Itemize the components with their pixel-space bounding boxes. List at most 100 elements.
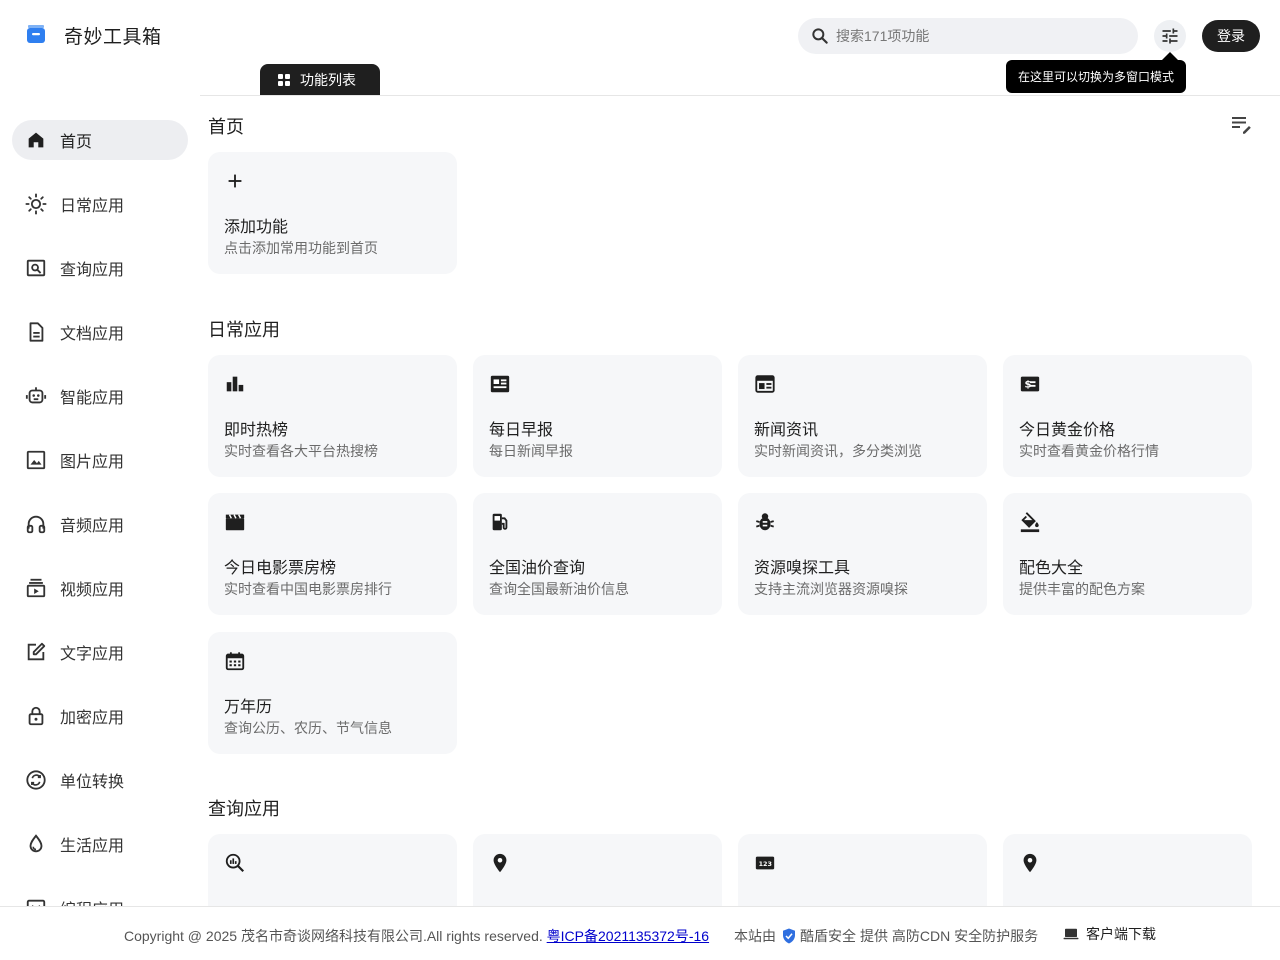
provider-name[interactable]: 酷盾安全 [800,926,856,946]
icp-link[interactable]: 粤ICP备2021135372号-16 [547,928,709,944]
document-icon [29,322,44,342]
section-title-home: 首页 [208,117,244,137]
card-oil-price[interactable]: 全国油价查询 查询全国最新油价信息 [473,493,722,615]
sidebar-item-label: 加密应用 [60,710,125,727]
window-mode-tooltip: 在这里可以切换为多窗口模式 [1006,60,1187,93]
card-gold-price[interactable]: $ 今日黄金价格 实时查看黄金价格行情 [1003,355,1252,477]
card-desc: 实时查看中国电影票房排行 [224,581,392,597]
sidebar: 首页 日常应用 查询应用 文档应用 智能应用 图片应用 音频应用 视频应用 文字… [0,96,200,906]
robot-icon [25,387,47,404]
shield-icon [783,928,795,944]
sidebar-item-document[interactable]: 文档应用 [12,312,188,352]
card-title: 新闻资讯 [754,422,819,439]
card-query-1[interactable] [208,834,457,906]
numbers-icon: 123 [755,856,775,870]
home-icon [28,132,44,148]
query-stats-icon [225,853,245,873]
card-title: 即时热榜 [224,422,289,439]
sidebar-item-coding[interactable]: 编程应用 [12,888,188,906]
tune-icon [1162,28,1178,44]
clapperboard-icon [225,514,245,531]
card-desc: 查询公历、农历、节气信息 [224,720,392,736]
sidebar-item-daily[interactable]: 日常应用 [12,184,188,224]
card-title: 全国油价查询 [489,560,586,577]
tab-function-list[interactable]: 功能列表 [260,64,380,95]
copyright: Copyright @ 2025 茂名市奇谈网络科技有限公司.All right… [124,926,709,946]
footer: Copyright @ 2025 茂名市奇谈网络科技有限公司.All right… [0,906,1280,960]
client-download-link[interactable]: 客户端下载 [1062,924,1156,944]
news-icon [755,375,775,393]
card-query-4[interactable] [1003,834,1252,906]
login-button[interactable]: 登录 [1202,20,1260,52]
card-hot-list[interactable]: 即时热榜 实时查看各大平台热搜榜 [208,355,457,477]
sidebar-item-unit-convert[interactable]: 单位转换 [12,760,188,800]
card-desc: 实时新闻资讯，多分类浏览 [754,443,922,459]
card-news[interactable]: 新闻资讯 实时新闻资讯，多分类浏览 [738,355,987,477]
sidebar-item-label: 音频应用 [60,518,125,535]
card-title: 今日电影票房榜 [224,560,337,577]
edit-icon [27,642,46,661]
card-desc: 支持主流浏览器资源嗅探 [754,581,908,597]
brand-name[interactable]: 奇妙工具箱 [64,22,162,49]
card-color-schemes[interactable]: 配色大全 提供丰富的配色方案 [1003,493,1252,615]
sidebar-item-label: 单位转换 [60,774,125,791]
sidebar-item-video[interactable]: 视频应用 [12,568,188,608]
image-icon [26,450,46,470]
search-input[interactable] [836,28,1116,44]
section-title-daily: 日常应用 [208,320,280,340]
search-icon [812,28,828,44]
toolbox-logo-icon[interactable] [24,22,48,46]
card-desc: 实时查看黄金价格行情 [1019,443,1159,459]
sidebar-item-home[interactable]: 首页 [12,120,188,160]
price-icon: $ [1020,376,1040,392]
bug-icon [756,513,774,531]
video-icon [26,578,46,598]
card-morning-news[interactable]: 每日早报 每日新闻早报 [473,355,722,477]
card-desc: 每日新闻早报 [489,443,573,459]
sidebar-item-life[interactable]: 生活应用 [12,824,188,864]
location-pin-icon [493,853,507,873]
sidebar-item-query[interactable]: 查询应用 [12,248,188,288]
gas-station-icon [492,513,508,531]
add-function-card[interactable]: 添加功能 点击添加常用功能到首页 [208,152,457,274]
card-resource-sniffer[interactable]: 资源嗅探工具 支持主流浏览器资源嗅探 [738,493,987,615]
sidebar-item-audio[interactable]: 音频应用 [12,504,188,544]
provider-prefix: 本站由 [734,928,776,944]
card-box-office[interactable]: 今日电影票房榜 实时查看中国电影票房排行 [208,493,457,615]
card-query-3[interactable]: 123 [738,834,987,906]
sidebar-item-label: 编程应用 [60,896,124,906]
sidebar-item-ai[interactable]: 智能应用 [12,376,188,416]
search-bar[interactable] [798,18,1138,54]
lock-icon [28,706,44,726]
grid-icon [278,73,290,86]
card-desc: 提供丰富的配色方案 [1019,581,1145,597]
card-calendar[interactable]: 万年历 查询公历、农历、节气信息 [208,632,457,754]
card-title: 配色大全 [1019,560,1084,577]
location-pin-icon [1023,853,1037,873]
card-title: 每日早报 [489,422,554,439]
sidebar-item-label: 日常应用 [60,198,125,215]
plus-icon [228,174,242,188]
sidebar-item-label: 智能应用 [60,390,125,407]
newspaper-icon [490,375,510,393]
sidebar-item-encrypt[interactable]: 加密应用 [12,696,188,736]
sidebar-item-label: 视频应用 [60,582,125,599]
card-title: 资源嗅探工具 [754,560,851,577]
tooltip-arrow [1162,52,1178,60]
card-desc: 实时查看各大平台热搜榜 [224,443,378,459]
sidebar-item-label: 首页 [60,134,93,151]
download-label: 客户端下载 [1086,926,1156,942]
window-mode-button[interactable] [1154,20,1186,52]
svg-text:123: 123 [759,860,772,868]
card-title: 添加功能 [224,219,289,236]
sidebar-item-label: 文档应用 [60,326,125,343]
card-query-2[interactable] [473,834,722,906]
edit-list-icon[interactable] [1229,112,1253,136]
sidebar-item-text[interactable]: 文字应用 [12,632,188,672]
provider-suffix: 提供 高防CDN 安全防护服务 [860,928,1039,944]
bar-chart-icon [226,376,244,392]
sidebar-item-image[interactable]: 图片应用 [12,440,188,480]
provider-info: 本站由 酷盾安全 提供 高防CDN 安全防护服务 [734,926,1038,946]
drop-icon [29,834,43,853]
main-content: 首页 添加功能 点击添加常用功能到首页 日常应用 即时热榜 实时查看各大平台热搜… [200,96,1280,906]
